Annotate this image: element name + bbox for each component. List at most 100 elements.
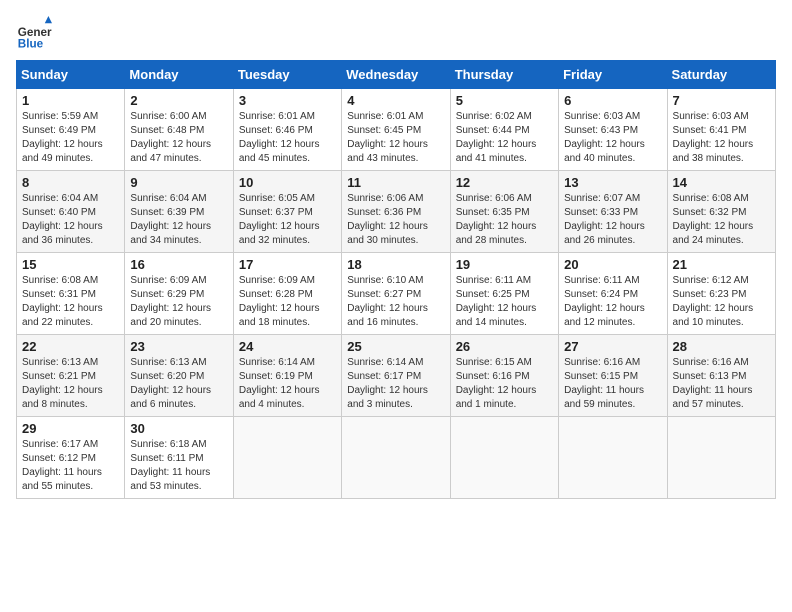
day-number: 1 [22, 93, 119, 108]
day-info: Sunrise: 6:09 AM Sunset: 6:28 PM Dayligh… [239, 274, 336, 330]
calendar-day-cell: 9 Sunrise: 6:04 AM Sunset: 6:39 PM Dayli… [125, 171, 233, 253]
day-number: 5 [456, 93, 553, 108]
day-number: 22 [22, 339, 119, 354]
day-number: 18 [347, 257, 444, 272]
calendar-day-cell [233, 417, 341, 499]
day-number: 17 [239, 257, 336, 272]
day-info: Sunrise: 6:15 AM Sunset: 6:16 PM Dayligh… [456, 356, 553, 412]
calendar-day-cell: 2 Sunrise: 6:00 AM Sunset: 6:48 PM Dayli… [125, 89, 233, 171]
calendar-day-cell: 29 Sunrise: 6:17 AM Sunset: 6:12 PM Dayl… [17, 417, 125, 499]
day-info: Sunrise: 6:05 AM Sunset: 6:37 PM Dayligh… [239, 192, 336, 248]
calendar-day-cell [450, 417, 558, 499]
day-number: 21 [673, 257, 770, 272]
calendar-day-cell: 1 Sunrise: 5:59 AM Sunset: 6:49 PM Dayli… [17, 89, 125, 171]
day-number: 3 [239, 93, 336, 108]
day-info: Sunrise: 6:13 AM Sunset: 6:21 PM Dayligh… [22, 356, 119, 412]
day-number: 25 [347, 339, 444, 354]
day-number: 24 [239, 339, 336, 354]
calendar-day-cell [342, 417, 450, 499]
calendar-day-cell: 10 Sunrise: 6:05 AM Sunset: 6:37 PM Dayl… [233, 171, 341, 253]
day-info: Sunrise: 6:01 AM Sunset: 6:45 PM Dayligh… [347, 110, 444, 166]
calendar-header-tuesday: Tuesday [233, 61, 341, 89]
day-info: Sunrise: 6:00 AM Sunset: 6:48 PM Dayligh… [130, 110, 227, 166]
day-info: Sunrise: 6:04 AM Sunset: 6:39 PM Dayligh… [130, 192, 227, 248]
day-info: Sunrise: 6:06 AM Sunset: 6:36 PM Dayligh… [347, 192, 444, 248]
day-info: Sunrise: 6:03 AM Sunset: 6:43 PM Dayligh… [564, 110, 661, 166]
page-header: General Blue [16, 16, 776, 52]
calendar-day-cell: 28 Sunrise: 6:16 AM Sunset: 6:13 PM Dayl… [667, 335, 775, 417]
calendar-day-cell: 27 Sunrise: 6:16 AM Sunset: 6:15 PM Dayl… [559, 335, 667, 417]
calendar-week-row: 22 Sunrise: 6:13 AM Sunset: 6:21 PM Dayl… [17, 335, 776, 417]
day-info: Sunrise: 6:09 AM Sunset: 6:29 PM Dayligh… [130, 274, 227, 330]
day-number: 16 [130, 257, 227, 272]
calendar-day-cell: 14 Sunrise: 6:08 AM Sunset: 6:32 PM Dayl… [667, 171, 775, 253]
calendar-day-cell: 4 Sunrise: 6:01 AM Sunset: 6:45 PM Dayli… [342, 89, 450, 171]
calendar-day-cell: 19 Sunrise: 6:11 AM Sunset: 6:25 PM Dayl… [450, 253, 558, 335]
calendar-day-cell: 23 Sunrise: 6:13 AM Sunset: 6:20 PM Dayl… [125, 335, 233, 417]
calendar-week-row: 1 Sunrise: 5:59 AM Sunset: 6:49 PM Dayli… [17, 89, 776, 171]
calendar-week-row: 8 Sunrise: 6:04 AM Sunset: 6:40 PM Dayli… [17, 171, 776, 253]
day-number: 4 [347, 93, 444, 108]
day-info: Sunrise: 6:17 AM Sunset: 6:12 PM Dayligh… [22, 438, 119, 494]
calendar-week-row: 29 Sunrise: 6:17 AM Sunset: 6:12 PM Dayl… [17, 417, 776, 499]
day-info: Sunrise: 6:14 AM Sunset: 6:19 PM Dayligh… [239, 356, 336, 412]
calendar-day-cell: 5 Sunrise: 6:02 AM Sunset: 6:44 PM Dayli… [450, 89, 558, 171]
calendar-day-cell: 8 Sunrise: 6:04 AM Sunset: 6:40 PM Dayli… [17, 171, 125, 253]
calendar-day-cell: 15 Sunrise: 6:08 AM Sunset: 6:31 PM Dayl… [17, 253, 125, 335]
calendar-table: SundayMondayTuesdayWednesdayThursdayFrid… [16, 60, 776, 499]
day-info: Sunrise: 6:18 AM Sunset: 6:11 PM Dayligh… [130, 438, 227, 494]
logo-icon: General Blue [16, 16, 52, 52]
calendar-day-cell: 21 Sunrise: 6:12 AM Sunset: 6:23 PM Dayl… [667, 253, 775, 335]
day-info: Sunrise: 6:08 AM Sunset: 6:32 PM Dayligh… [673, 192, 770, 248]
calendar-day-cell: 12 Sunrise: 6:06 AM Sunset: 6:35 PM Dayl… [450, 171, 558, 253]
day-number: 26 [456, 339, 553, 354]
day-info: Sunrise: 6:16 AM Sunset: 6:13 PM Dayligh… [673, 356, 770, 412]
day-number: 14 [673, 175, 770, 190]
calendar-day-cell: 18 Sunrise: 6:10 AM Sunset: 6:27 PM Dayl… [342, 253, 450, 335]
day-info: Sunrise: 6:07 AM Sunset: 6:33 PM Dayligh… [564, 192, 661, 248]
calendar-day-cell: 11 Sunrise: 6:06 AM Sunset: 6:36 PM Dayl… [342, 171, 450, 253]
day-number: 29 [22, 421, 119, 436]
day-number: 28 [673, 339, 770, 354]
day-number: 19 [456, 257, 553, 272]
calendar-day-cell [559, 417, 667, 499]
day-info: Sunrise: 6:10 AM Sunset: 6:27 PM Dayligh… [347, 274, 444, 330]
day-number: 30 [130, 421, 227, 436]
day-number: 10 [239, 175, 336, 190]
day-number: 11 [347, 175, 444, 190]
day-number: 7 [673, 93, 770, 108]
day-number: 20 [564, 257, 661, 272]
day-info: Sunrise: 6:02 AM Sunset: 6:44 PM Dayligh… [456, 110, 553, 166]
calendar-day-cell: 13 Sunrise: 6:07 AM Sunset: 6:33 PM Dayl… [559, 171, 667, 253]
calendar-header-wednesday: Wednesday [342, 61, 450, 89]
day-info: Sunrise: 6:08 AM Sunset: 6:31 PM Dayligh… [22, 274, 119, 330]
calendar-day-cell: 30 Sunrise: 6:18 AM Sunset: 6:11 PM Dayl… [125, 417, 233, 499]
calendar-day-cell: 17 Sunrise: 6:09 AM Sunset: 6:28 PM Dayl… [233, 253, 341, 335]
day-number: 12 [456, 175, 553, 190]
calendar-day-cell: 25 Sunrise: 6:14 AM Sunset: 6:17 PM Dayl… [342, 335, 450, 417]
calendar-day-cell [667, 417, 775, 499]
day-info: Sunrise: 6:11 AM Sunset: 6:24 PM Dayligh… [564, 274, 661, 330]
logo: General Blue [16, 16, 52, 52]
day-number: 13 [564, 175, 661, 190]
day-number: 2 [130, 93, 227, 108]
svg-text:Blue: Blue [18, 38, 44, 51]
day-number: 23 [130, 339, 227, 354]
calendar-header-saturday: Saturday [667, 61, 775, 89]
day-info: Sunrise: 6:12 AM Sunset: 6:23 PM Dayligh… [673, 274, 770, 330]
day-info: Sunrise: 6:04 AM Sunset: 6:40 PM Dayligh… [22, 192, 119, 248]
day-info: Sunrise: 6:01 AM Sunset: 6:46 PM Dayligh… [239, 110, 336, 166]
day-number: 15 [22, 257, 119, 272]
day-info: Sunrise: 6:13 AM Sunset: 6:20 PM Dayligh… [130, 356, 227, 412]
day-info: Sunrise: 6:06 AM Sunset: 6:35 PM Dayligh… [456, 192, 553, 248]
calendar-week-row: 15 Sunrise: 6:08 AM Sunset: 6:31 PM Dayl… [17, 253, 776, 335]
day-info: Sunrise: 5:59 AM Sunset: 6:49 PM Dayligh… [22, 110, 119, 166]
day-number: 8 [22, 175, 119, 190]
day-number: 9 [130, 175, 227, 190]
calendar-day-cell: 3 Sunrise: 6:01 AM Sunset: 6:46 PM Dayli… [233, 89, 341, 171]
calendar-day-cell: 22 Sunrise: 6:13 AM Sunset: 6:21 PM Dayl… [17, 335, 125, 417]
day-info: Sunrise: 6:14 AM Sunset: 6:17 PM Dayligh… [347, 356, 444, 412]
day-info: Sunrise: 6:16 AM Sunset: 6:15 PM Dayligh… [564, 356, 661, 412]
calendar-header-thursday: Thursday [450, 61, 558, 89]
day-number: 27 [564, 339, 661, 354]
